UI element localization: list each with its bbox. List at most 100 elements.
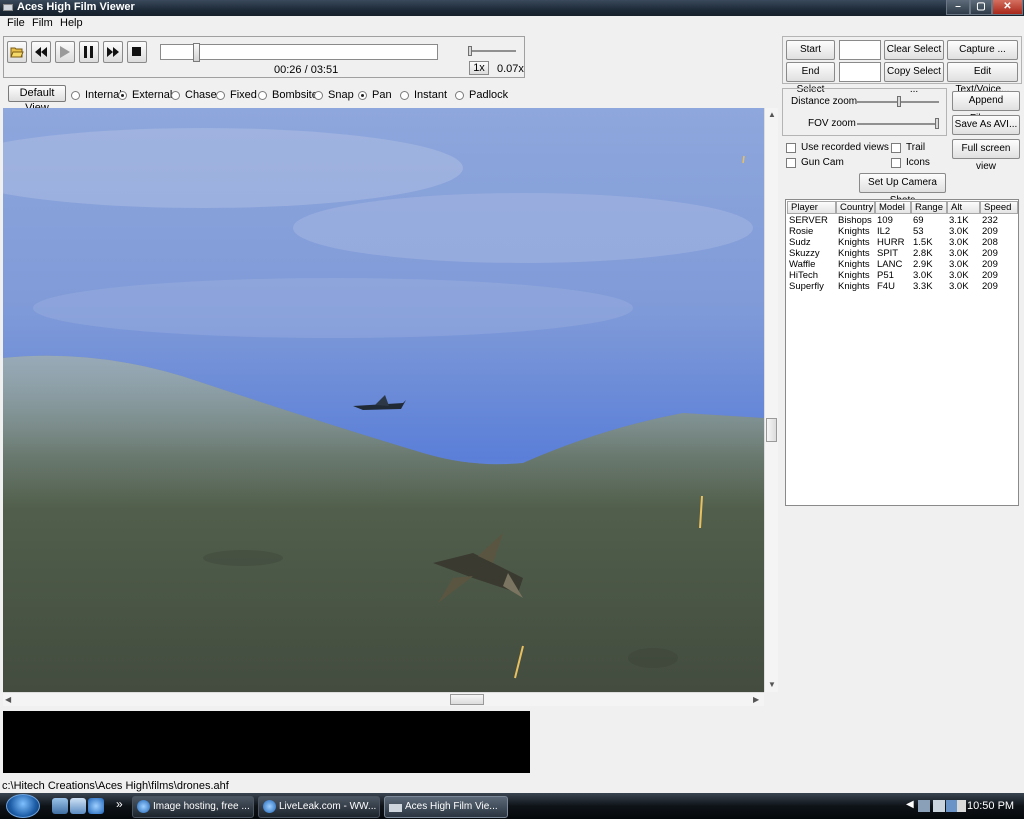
fov-zoom-slider[interactable]: [857, 118, 939, 129]
checkbox-box[interactable]: [786, 142, 796, 153]
task-image-hosting[interactable]: Image hosting, free ...: [132, 796, 254, 818]
trail-checkbox[interactable]: Trail: [891, 142, 925, 153]
table-row[interactable]: SERVER Bishops 109 69 3.1K 232: [786, 215, 1018, 226]
table-cell-alt: 3.0K: [949, 270, 969, 281]
view-bombsite[interactable]: Bombsite: [258, 89, 318, 101]
menu-file[interactable]: File: [2, 17, 30, 29]
pause-button[interactable]: [79, 41, 99, 63]
task-liveleak[interactable]: LiveLeak.com - WW...: [258, 796, 380, 818]
viewport-horizontal-scrollbar[interactable]: ◀ ▶: [3, 692, 764, 706]
table-cell-range: 2.9K: [913, 259, 933, 270]
radio-dot[interactable]: [258, 90, 267, 100]
close-button[interactable]: ✕: [992, 0, 1023, 15]
switch-windows-icon[interactable]: [70, 798, 86, 814]
minimize-button[interactable]: –: [946, 0, 970, 15]
column-header-player[interactable]: Player: [787, 201, 836, 214]
title-bar[interactable]: Aces High Film Viewer – ▢ ✕: [0, 0, 1024, 16]
quick-launch-chevron-icon[interactable]: »: [116, 797, 123, 811]
table-row[interactable]: Waffle Knights LANC 2.9K 3.0K 209: [786, 259, 1018, 270]
fast-forward-button[interactable]: [103, 41, 123, 63]
scroll-thumb[interactable]: [766, 418, 777, 442]
use-recorded-views-checkbox[interactable]: Use recorded views: [786, 142, 889, 153]
table-row[interactable]: HiTech Knights P51 3.0K 3.0K 209: [786, 270, 1018, 281]
view-pan[interactable]: Pan: [358, 89, 392, 101]
seek-slider[interactable]: [160, 43, 438, 62]
start-select-button[interactable]: Start Select: [786, 40, 835, 73]
player-table[interactable]: Player Country Model Range Alt Speed SER…: [785, 199, 1019, 506]
volume-icon[interactable]: [957, 800, 966, 812]
checkbox-box[interactable]: [891, 142, 901, 153]
column-header-alt[interactable]: Alt: [947, 201, 980, 214]
open-button[interactable]: [7, 41, 27, 63]
scroll-right-icon[interactable]: ▶: [753, 695, 759, 704]
tray-monitor-icon[interactable]: [933, 800, 945, 812]
seek-thumb[interactable]: [193, 43, 200, 62]
view-instant[interactable]: Instant: [400, 89, 447, 101]
scroll-thumb[interactable]: [450, 694, 484, 705]
save-as-avi-button[interactable]: Save As AVI...: [952, 115, 1020, 135]
show-desktop-icon[interactable]: [52, 798, 68, 814]
append-films-button[interactable]: Append Films...: [952, 91, 1020, 124]
full-screen-view-button[interactable]: Full screen view: [952, 139, 1020, 172]
capture-button[interactable]: Capture ...: [947, 40, 1018, 60]
film-viewport[interactable]: [3, 108, 764, 692]
radio-dot[interactable]: [71, 90, 80, 100]
table-row[interactable]: Rosie Knights IL2 53 3.0K 209: [786, 226, 1018, 237]
table-row[interactable]: Sudz Knights HURR 1.5K 3.0K 208: [786, 237, 1018, 248]
radio-dot[interactable]: [400, 90, 409, 100]
column-header-model[interactable]: Model: [875, 201, 911, 214]
checkbox-box[interactable]: [891, 157, 901, 168]
view-padlock[interactable]: Padlock: [455, 89, 508, 101]
speed-reset-button[interactable]: 1x: [469, 61, 489, 75]
speed-value: 0.07x: [497, 63, 524, 75]
scroll-up-icon[interactable]: ▲: [768, 110, 776, 119]
stop-button[interactable]: [127, 41, 147, 63]
view-internal[interactable]: Internal: [71, 89, 122, 101]
view-chase[interactable]: Chase: [171, 89, 217, 101]
column-header-country[interactable]: Country: [836, 201, 875, 214]
tray-expand-icon[interactable]: ◀: [906, 799, 914, 810]
view-snap[interactable]: Snap: [314, 89, 354, 101]
distance-zoom-slider[interactable]: [857, 96, 939, 107]
scroll-down-icon[interactable]: ▼: [768, 680, 776, 689]
slider-thumb[interactable]: [935, 118, 939, 129]
rewind-button[interactable]: [31, 41, 51, 63]
table-row[interactable]: Skuzzy Knights SPIT 2.8K 3.0K 209: [786, 248, 1018, 259]
clock[interactable]: 10:50 PM: [967, 800, 1014, 812]
speed-slider[interactable]: [468, 46, 516, 56]
scroll-left-icon[interactable]: ◀: [5, 695, 11, 704]
copy-select-button[interactable]: Copy Select ...: [884, 62, 944, 95]
radio-dot[interactable]: [455, 90, 464, 100]
clear-select-button[interactable]: Clear Select: [884, 40, 944, 60]
edit-text-voice-button[interactable]: Edit Text/Voice...: [947, 62, 1018, 95]
view-fixed[interactable]: Fixed: [216, 89, 257, 101]
viewport-vertical-scrollbar[interactable]: ▲ ▼: [764, 108, 778, 692]
radio-dot[interactable]: [314, 90, 323, 100]
table-row[interactable]: Superfly Knights F4U 3.3K 3.0K 209: [786, 281, 1018, 292]
maximize-button[interactable]: ▢: [970, 0, 992, 15]
radio-dot[interactable]: [171, 90, 180, 100]
view-external[interactable]: External: [118, 89, 172, 101]
column-header-range[interactable]: Range: [911, 201, 947, 214]
tray-app-icon[interactable]: [918, 800, 930, 812]
radio-dot[interactable]: [216, 90, 225, 100]
internet-explorer-icon[interactable]: [88, 798, 104, 814]
end-select-button[interactable]: End Select: [786, 62, 835, 95]
column-header-speed[interactable]: Speed: [980, 201, 1018, 214]
start-button[interactable]: [6, 794, 40, 818]
default-view-button[interactable]: Default View: [8, 85, 66, 114]
menu-help[interactable]: Help: [55, 17, 88, 29]
gun-cam-checkbox[interactable]: Gun Cam: [786, 157, 844, 168]
checkbox-box[interactable]: [786, 157, 796, 168]
play-button[interactable]: [55, 41, 75, 63]
task-aces-high-film-viewer[interactable]: Aces High Film Vie...: [384, 796, 508, 818]
icons-checkbox[interactable]: Icons: [891, 157, 930, 168]
set-up-camera-shots-button[interactable]: Set Up Camera Shots: [859, 173, 946, 206]
end-select-field[interactable]: [839, 62, 881, 82]
start-select-field[interactable]: [839, 40, 881, 60]
slider-thumb[interactable]: [897, 96, 901, 107]
menu-film[interactable]: Film: [27, 17, 58, 29]
speed-thumb[interactable]: [468, 46, 472, 56]
radio-dot[interactable]: [358, 90, 367, 100]
radio-dot[interactable]: [118, 90, 127, 100]
